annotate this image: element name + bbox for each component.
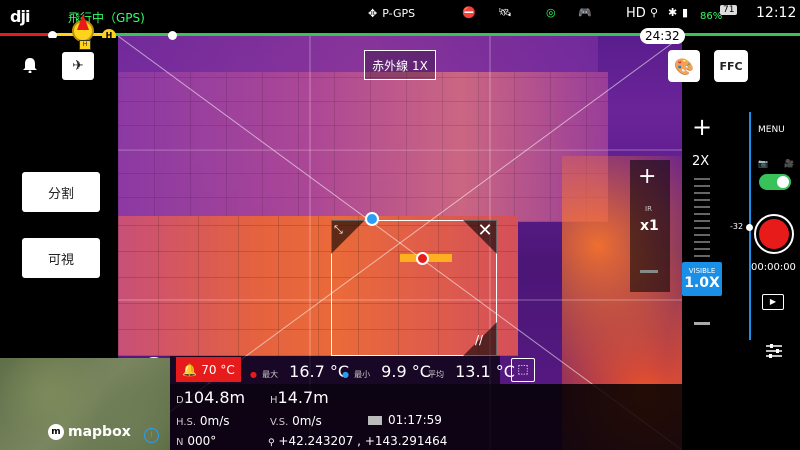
satellite-icon[interactable]: 🛰 [498,6,512,19]
heading: N 000° [176,434,217,448]
location-icon: ⚲ [650,6,659,19]
flight-time: 01:17:59 [368,413,442,427]
max-temp-label: 最大 [262,370,279,379]
ir-zoom-out-button[interactable] [640,270,658,273]
min-temp: ● 最小 9.9 °C [342,362,431,381]
phone-battery: 71 [720,5,738,15]
min-temp-label: 最小 [354,370,371,379]
top-status-bar: dji 飛行中（GPS) ✥ P-GPS ⛔ 🛰 ◎ 🎮 HD ⚲ ✱ ▮ 86… [0,0,800,32]
solar-panel-row [118,72,608,222]
compass-icon: ✈ [72,58,84,74]
max-temp-value: 16.7 °C [289,362,350,381]
compass-mode-button[interactable]: ✈ [62,52,94,80]
bluetooth-icon: ✱ [668,6,678,19]
hd-label[interactable]: HD [626,6,646,21]
avg-temp-label: 平均 [428,370,444,379]
bell-icon[interactable] [22,57,38,73]
menu-button[interactable]: MENU [758,125,785,135]
mapbox-icon: m [48,424,64,440]
vertical-speed: V.S. 0m/s [270,414,322,428]
record-button[interactable] [754,214,794,254]
remaining-flight-time: 24:32 [640,28,685,44]
avg-temp-value: 13.1 °C [455,362,515,381]
meter-drag-handle[interactable] [365,212,379,226]
close-icon[interactable]: ✕ [474,220,496,242]
resize-handle-icon[interactable]: // [475,333,483,347]
remote-controller-icon[interactable]: 🎮 [578,6,592,19]
ir-zoom-value: x1 [640,218,659,234]
horizontal-speed: H.S. 0m/s [176,414,230,428]
info-icon[interactable]: i [144,428,159,443]
flight-log-icon [368,416,382,425]
alarm-bell-icon: 🔔 [182,362,198,377]
camera-settings-icon[interactable] [766,344,782,358]
avg-temp: 平均 13.1 °C [428,362,515,381]
drone-icon: ✥ [368,7,378,20]
ir-zoom-label: IR [645,205,652,213]
temperature-alarm[interactable]: 🔔 70 °C [176,357,241,382]
flight-mode-label: P-GPS [382,7,416,20]
flight-mode[interactable]: ✥ P-GPS [368,7,415,20]
visible-zoom-indicator[interactable]: VISIBLE 1.0X [682,262,722,296]
area-select-icon[interactable]: ⬚ [511,358,535,382]
record-time: 00:00:00 [751,262,796,273]
ev-slider-knob[interactable] [746,224,753,231]
solar-panel-row [118,36,598,72]
obstacle-icon[interactable]: ⛔ [462,6,476,19]
palette-button[interactable]: 🎨 [668,50,700,82]
zoom-in-button[interactable]: + [692,113,712,141]
zoom-out-button[interactable] [694,322,710,325]
video-mode-icon[interactable]: 🎥 [784,159,794,168]
infrared-mode-label: 赤外線 1X [364,50,436,80]
camera-control-panel [724,106,800,450]
playback-button[interactable]: ▶ [762,294,784,310]
battery-percent: 86% [700,11,723,22]
mapbox-logo: m mapbox [48,424,131,440]
visible-view-button[interactable]: 可視 [22,238,100,278]
zoom-slider[interactable] [694,178,710,264]
drone-heading-arrow [77,14,89,30]
max-temp: ● 最大 16.7 °C [250,362,350,381]
photo-mode-icon[interactable]: 📷 [758,159,768,168]
visible-zoom-value: 1.0X [684,275,720,291]
ev-value: -32 [730,222,744,231]
alarm-value: 70 °C [201,362,235,377]
ir-zoom-in-button[interactable]: + [638,164,656,189]
home-point-icon: H [79,40,91,50]
palette-icon: 🎨 [674,56,694,76]
split-view-button[interactable]: 分割 [22,172,100,212]
min-temp-value: 9.9 °C [381,362,431,381]
system-clock: 12:12 [756,5,797,21]
photo-video-toggle[interactable] [759,174,791,190]
drone-battery-icon[interactable]: ▮ [682,6,688,19]
coordinates: ⚲ +42.243207 , +143.291464 [268,434,448,448]
signal-icon[interactable]: ◎ [546,6,556,19]
current-marker [168,31,177,40]
mapbox-text: mapbox [68,424,131,440]
visible-label: VISIBLE [688,267,716,275]
height: H14.7m [270,388,329,407]
zoom-max-label: 2X [692,154,710,169]
expand-icon[interactable]: ⤡ [334,223,343,237]
pin-icon: ⚲ [268,438,275,448]
ffc-button[interactable]: FFC [714,50,748,82]
hottest-point-marker [416,252,429,265]
distance: D104.8m [176,388,246,407]
dji-logo: dji [10,7,30,26]
